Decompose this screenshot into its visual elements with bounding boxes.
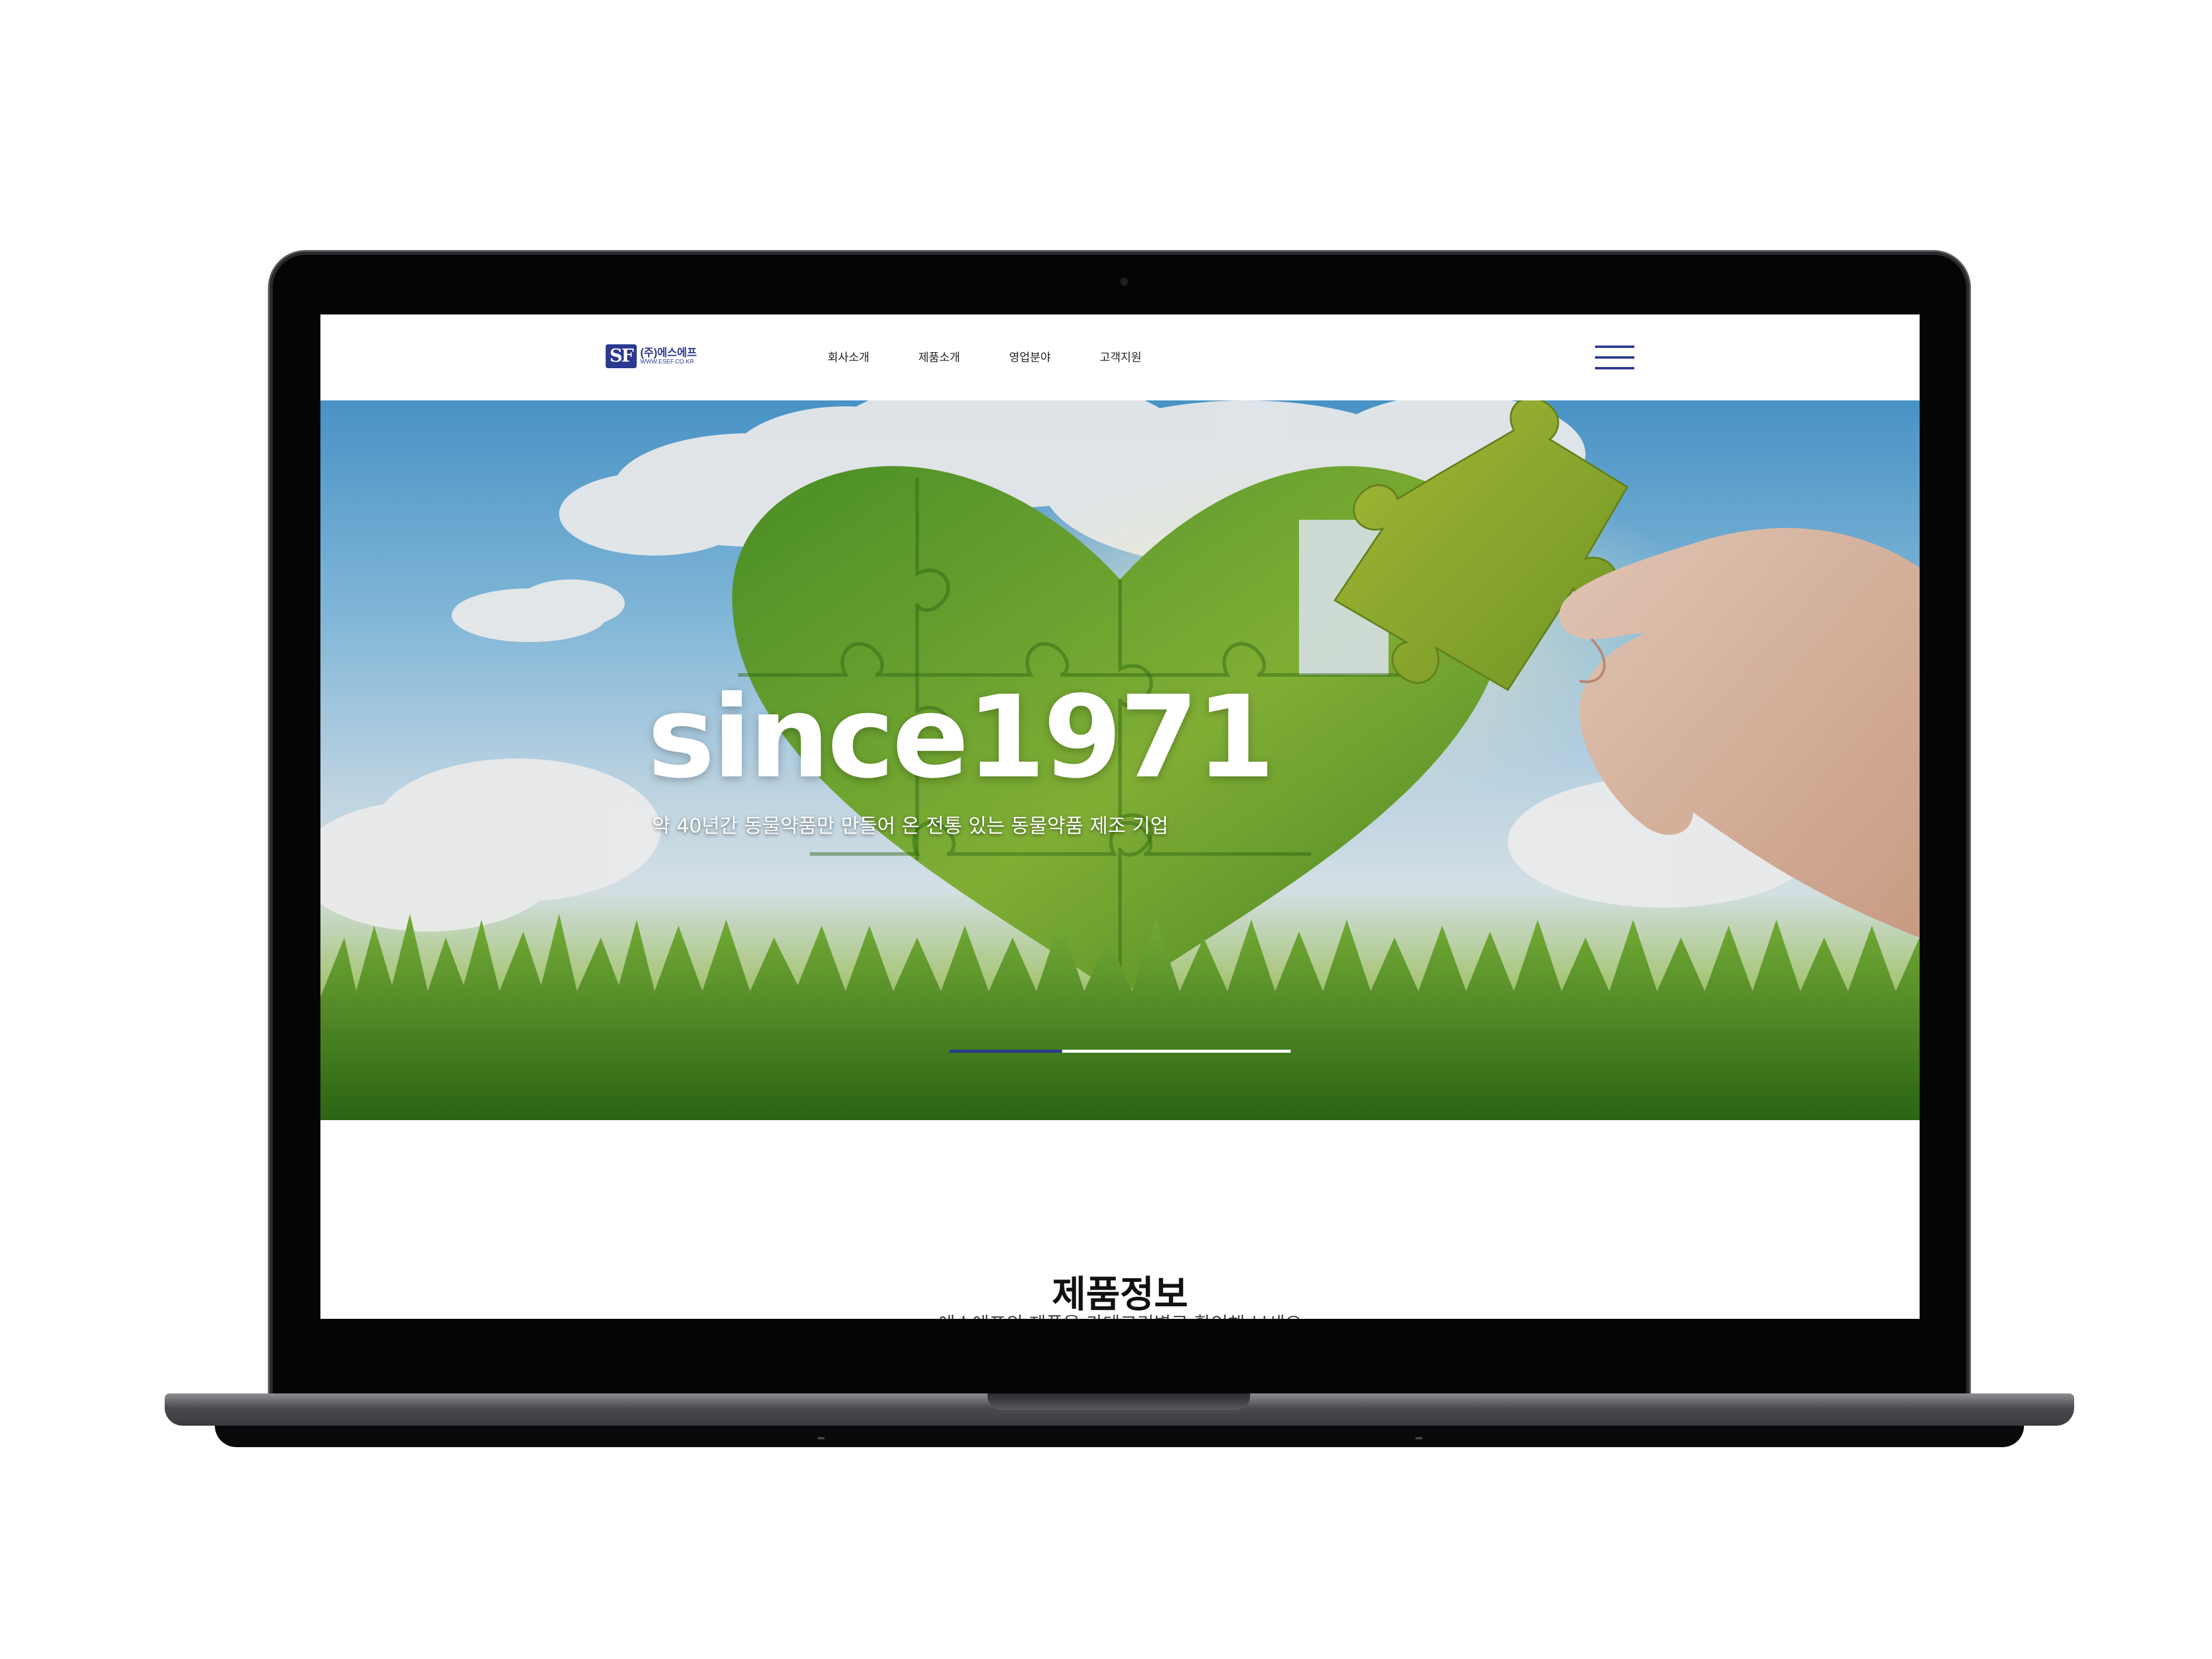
company-logo[interactable]: SF (주)에스에프 WWW.ESEF.CO.KR <box>606 344 713 369</box>
laptop-base-bottom <box>215 1426 2024 1447</box>
nav-item-sales[interactable]: 영업분야 <box>1009 349 1051 365</box>
laptop-screen: SF (주)에스에프 WWW.ESEF.CO.KR 회사소개 제품소개 영업분야… <box>320 314 1920 1319</box>
hamburger-menu-icon[interactable] <box>1595 346 1634 369</box>
hero-title: since1971 <box>647 671 1275 803</box>
products-section-subtitle: 에스에프의 제품을 카테고리별로 확인해 보세요 <box>320 1309 1920 1319</box>
laptop-foot <box>817 1437 825 1439</box>
laptop-notch <box>988 1393 1250 1410</box>
logo-mark: SF <box>606 344 637 368</box>
site-header: SF (주)에스에프 WWW.ESEF.CO.KR 회사소개 제품소개 영업분야… <box>320 314 1920 400</box>
laptop-foot <box>1415 1437 1423 1439</box>
logo-name: (주)에스에프 <box>640 347 697 359</box>
logo-url: WWW.ESEF.CO.KR <box>640 359 694 365</box>
hero-subtitle: 약 40년간 동물약품만 만들어 온 전통 있는 동물약품 제조 기업 <box>652 814 1169 837</box>
slider-progress-fill <box>949 1050 1062 1053</box>
webcam-icon <box>1121 278 1128 285</box>
nav-item-support[interactable]: 고객지원 <box>1100 349 1142 365</box>
slider-progress-bar[interactable] <box>949 1050 1291 1053</box>
nav-item-company[interactable]: 회사소개 <box>828 349 869 365</box>
nav-item-products[interactable]: 제품소개 <box>918 349 960 365</box>
hero-banner: since1971 약 40년간 동물약품만 만들어 온 전통 있는 동물약품 … <box>320 400 1920 1120</box>
